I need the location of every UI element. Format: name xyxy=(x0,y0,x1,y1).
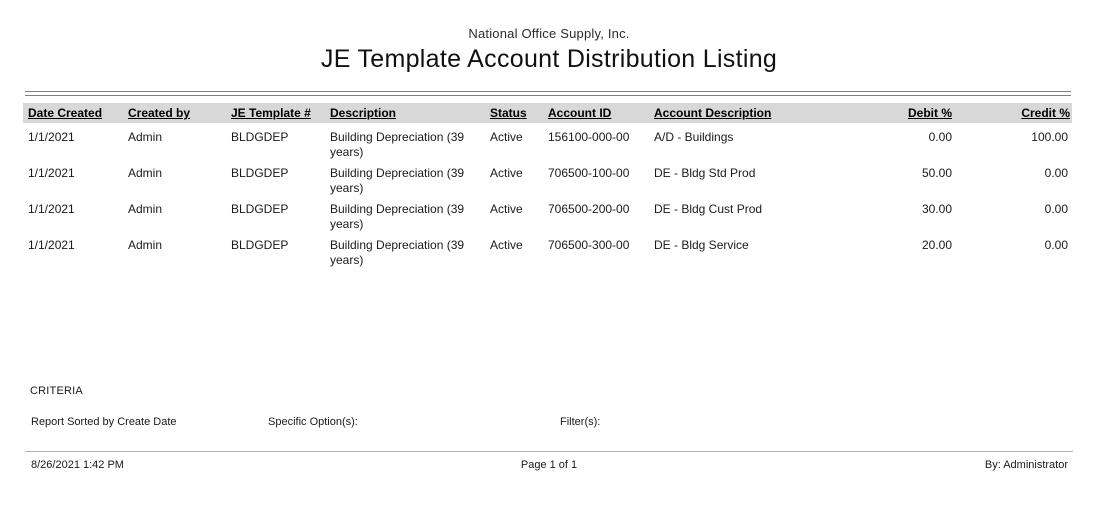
cell-created-by: Admin xyxy=(128,202,227,217)
cell-date-created: 1/1/2021 xyxy=(28,130,124,145)
cell-account-description: A/D - Buildings xyxy=(654,130,829,145)
cell-credit-pct: 0.00 xyxy=(948,202,1068,217)
column-header-created-by: Created by xyxy=(128,106,190,120)
account-id-link[interactable]: 706500-200-00 xyxy=(548,202,651,217)
cell-status: Active xyxy=(490,202,545,217)
table-row: 1/1/2021 Admin BLDGDEP Building Deprecia… xyxy=(0,127,1098,163)
cell-date-created: 1/1/2021 xyxy=(28,166,124,181)
table-row: 1/1/2021 Admin BLDGDEP Building Deprecia… xyxy=(0,199,1098,235)
cell-debit-pct: 30.00 xyxy=(830,202,952,217)
table-body: 1/1/2021 Admin BLDGDEP Building Deprecia… xyxy=(0,127,1098,271)
cell-date-created: 1/1/2021 xyxy=(28,238,124,253)
cell-credit-pct: 0.00 xyxy=(948,166,1068,181)
cell-je-template: BLDGDEP xyxy=(231,166,326,181)
cell-description: Building Depreciation (39 years) xyxy=(330,238,488,268)
column-header-status: Status xyxy=(490,106,527,120)
cell-description: Building Depreciation (39 years) xyxy=(330,130,488,160)
criteria-options-label: Specific Option(s): xyxy=(268,416,358,428)
cell-account-description: DE - Bldg Service xyxy=(654,238,829,253)
cell-status: Active xyxy=(490,130,545,145)
cell-status: Active xyxy=(490,238,545,253)
company-name: National Office Supply, Inc. xyxy=(0,26,1098,41)
cell-created-by: Admin xyxy=(128,238,227,253)
account-id-link[interactable]: 706500-300-00 xyxy=(548,238,651,253)
cell-description: Building Depreciation (39 years) xyxy=(330,166,488,196)
table-header-row: Date Created Created by JE Template # De… xyxy=(23,103,1072,123)
column-header-je-template: JE Template # xyxy=(231,106,311,120)
table-row: 1/1/2021 Admin BLDGDEP Building Deprecia… xyxy=(0,235,1098,271)
cell-account-description: DE - Bldg Cust Prod xyxy=(654,202,829,217)
cell-debit-pct: 0.00 xyxy=(830,130,952,145)
cell-credit-pct: 0.00 xyxy=(948,238,1068,253)
footer-page-info: Page 1 of 1 xyxy=(0,459,1098,471)
column-header-description: Description xyxy=(330,106,396,120)
cell-je-template: BLDGDEP xyxy=(231,130,326,145)
cell-je-template: BLDGDEP xyxy=(231,238,326,253)
column-header-account-id: Account ID xyxy=(548,106,611,120)
criteria-heading: CRITERIA xyxy=(30,385,83,397)
header-divider xyxy=(25,91,1071,96)
footer-divider xyxy=(25,451,1073,452)
cell-je-template: BLDGDEP xyxy=(231,202,326,217)
cell-account-description: DE - Bldg Std Prod xyxy=(654,166,829,181)
criteria-filters-label: Filter(s): xyxy=(560,416,600,428)
report-title: JE Template Account Distribution Listing xyxy=(0,45,1098,74)
cell-created-by: Admin xyxy=(128,130,227,145)
criteria-sort-text: Report Sorted by Create Date xyxy=(31,416,177,428)
cell-status: Active xyxy=(490,166,545,181)
cell-date-created: 1/1/2021 xyxy=(28,202,124,217)
column-header-account-description: Account Description xyxy=(654,106,771,120)
column-header-credit-pct: Credit % xyxy=(948,106,1070,120)
cell-debit-pct: 50.00 xyxy=(830,166,952,181)
cell-credit-pct: 100.00 xyxy=(948,130,1068,145)
cell-debit-pct: 20.00 xyxy=(830,238,952,253)
footer-run-by: By: Administrator xyxy=(985,459,1068,471)
column-header-debit-pct: Debit % xyxy=(830,106,952,120)
account-id-link[interactable]: 156100-000-00 xyxy=(548,130,651,145)
cell-description: Building Depreciation (39 years) xyxy=(330,202,488,232)
column-header-date-created: Date Created xyxy=(28,106,102,120)
report-page: National Office Supply, Inc. JE Template… xyxy=(0,0,1098,524)
table-row: 1/1/2021 Admin BLDGDEP Building Deprecia… xyxy=(0,163,1098,199)
account-id-link[interactable]: 706500-100-00 xyxy=(548,166,651,181)
cell-created-by: Admin xyxy=(128,166,227,181)
